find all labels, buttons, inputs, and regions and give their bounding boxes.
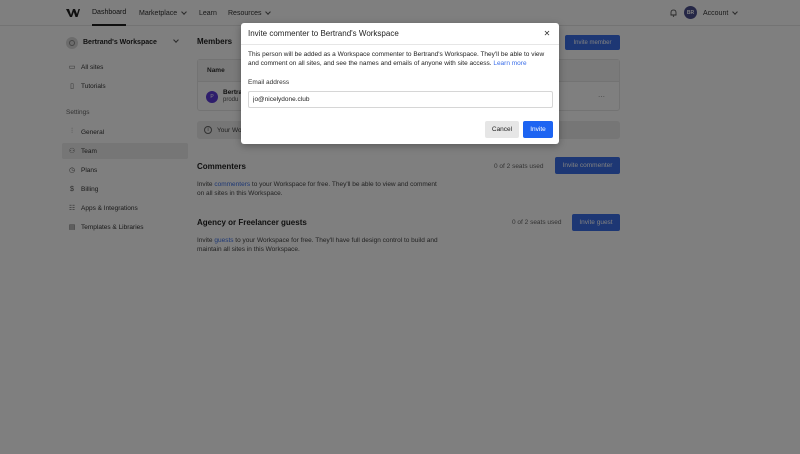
- invite-commenter-dialog: Invite commenter to Bertrand's Workspace…: [241, 23, 559, 144]
- dialog-header: Invite commenter to Bertrand's Workspace: [241, 23, 559, 45]
- learn-more-link[interactable]: Learn more: [493, 60, 526, 67]
- dialog-title: Invite commenter to Bertrand's Workspace: [248, 29, 399, 38]
- cancel-button[interactable]: Cancel: [485, 121, 519, 138]
- dialog-description: This person will be added as a Workspace…: [248, 51, 554, 68]
- close-icon[interactable]: ✕: [542, 28, 552, 38]
- email-field[interactable]: [248, 91, 553, 108]
- email-label: Email address: [248, 79, 290, 86]
- invite-button[interactable]: Invite: [523, 121, 553, 138]
